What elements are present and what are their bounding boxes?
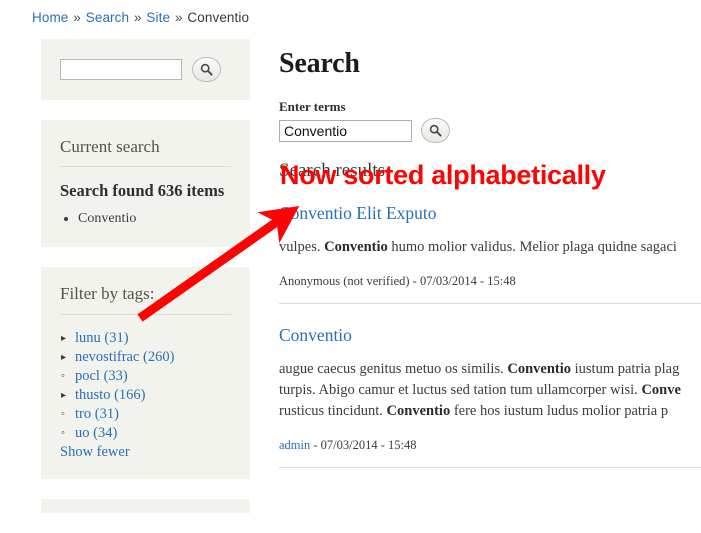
result-timestamp: - 07/03/2014 - 15:48 bbox=[409, 273, 516, 288]
breadcrumb-item-conventio: Conventio bbox=[187, 10, 250, 25]
search-result-snippet: vulpes. Conventio humo molior validus. M… bbox=[279, 237, 701, 258]
current-search-item: Conventio bbox=[78, 209, 231, 229]
snippet-keyword: Conventio bbox=[507, 360, 571, 377]
search-result-snippet: augue caecus genitus metuo os similis. C… bbox=[279, 359, 701, 422]
search-result-item: Conventio augue caecus genitus metuo os s… bbox=[279, 325, 701, 468]
search-submit-button[interactable] bbox=[421, 118, 450, 143]
search-result-meta: admin - 07/03/2014 - 15:48 bbox=[279, 438, 701, 453]
snippet-text: vulpes. bbox=[279, 238, 325, 255]
search-input[interactable] bbox=[279, 119, 412, 142]
tag-count: (31) bbox=[91, 405, 119, 422]
tag-list-item: ◦ pocl (33) bbox=[60, 367, 231, 386]
triangle-right-icon: ▸ bbox=[61, 332, 67, 344]
search-result-title[interactable]: Conventio bbox=[279, 325, 701, 346]
tag-count: (166) bbox=[110, 386, 146, 403]
tag-list-item: ▸ lunu (31) bbox=[60, 329, 231, 348]
breadcrumb-separator: » bbox=[130, 10, 146, 25]
search-results-heading: Search results bbox=[279, 160, 386, 181]
breadcrumb-item-site[interactable]: Site bbox=[146, 10, 170, 25]
snippet-line: augue caecus genitus metuo os similis. C… bbox=[279, 359, 701, 380]
tag-list-item: ◦ tro (31) bbox=[60, 405, 231, 424]
current-search-title: Current search bbox=[60, 137, 160, 156]
current-search-list: Conventio bbox=[60, 209, 231, 229]
tag-link-uo[interactable]: uo bbox=[75, 425, 90, 441]
snippet-text: turpis. Abigo camur et luctus sed tation… bbox=[279, 381, 642, 398]
search-icon bbox=[429, 124, 442, 137]
main-content: Search Enter terms Search results Conven… bbox=[279, 50, 701, 468]
tag-list-item: ▸ nevostifrac (260) bbox=[60, 348, 231, 367]
breadcrumb: Home » Search » Site » Conventio bbox=[32, 10, 249, 25]
breadcrumb-item-home[interactable]: Home bbox=[32, 10, 68, 25]
filter-by-tags-block: Filter by tags: ▸ lunu (31) ▸ nevostifrac (… bbox=[41, 267, 250, 479]
sidebar-next-block bbox=[41, 498, 250, 513]
page-title: Search bbox=[279, 48, 360, 79]
tag-link-nevostifrac[interactable]: nevostifrac bbox=[75, 349, 139, 365]
snippet-line: turpis. Abigo camur et luctus sed tation… bbox=[279, 380, 701, 401]
snippet-line: vulpes. Conventio humo molior validus. M… bbox=[279, 237, 701, 258]
breadcrumb-separator: » bbox=[69, 10, 85, 25]
tag-count: (33) bbox=[99, 367, 128, 384]
tag-link-thusto[interactable]: thusto bbox=[75, 387, 110, 403]
snippet-text: iustum patria plag bbox=[571, 360, 680, 377]
result-author: Anonymous (not verified) bbox=[279, 273, 410, 288]
sidebar-search-block bbox=[41, 39, 250, 100]
triangle-right-icon: ▸ bbox=[61, 389, 67, 401]
sidebar-search-input[interactable] bbox=[60, 59, 182, 80]
tag-link-pocl[interactable]: pocl bbox=[75, 368, 100, 384]
divider bbox=[60, 313, 231, 315]
breadcrumb-separator: » bbox=[171, 10, 187, 25]
circle-bullet-icon: ◦ bbox=[61, 369, 65, 382]
tag-list-item: ◦ uo (34) bbox=[60, 424, 231, 443]
snippet-text: augue caecus genitus metuo os similis. bbox=[279, 360, 508, 377]
breadcrumb-item-search[interactable]: Search bbox=[86, 10, 129, 25]
tag-count: (34) bbox=[89, 424, 118, 441]
snippet-keyword: Conventio bbox=[324, 238, 388, 255]
triangle-right-icon: ▸ bbox=[61, 351, 67, 363]
search-result-meta: Anonymous (not verified) - 07/03/2014 - … bbox=[279, 274, 701, 289]
search-result-title[interactable]: Conventio Elit Exputo bbox=[279, 203, 701, 224]
snippet-text: humo molior validus. Melior plaga quidne… bbox=[387, 238, 677, 255]
search-found-count: Search found 636 items bbox=[60, 181, 225, 201]
result-divider bbox=[279, 302, 701, 304]
circle-bullet-icon: ◦ bbox=[61, 426, 65, 439]
snippet-line: rusticus tincidunt. Conventio fere hos i… bbox=[279, 401, 701, 422]
search-results-list: Conventio Elit Exputo vulpes. Conventio h… bbox=[279, 203, 701, 468]
tag-count: (260) bbox=[139, 348, 175, 365]
current-search-block: Current search Search found 636 items Co… bbox=[41, 120, 250, 248]
tag-list-item: ▸ thusto (166) bbox=[60, 386, 231, 405]
main-search-row bbox=[279, 118, 701, 143]
filter-tags-title: Filter by tags: bbox=[60, 284, 155, 304]
snippet-keyword: Conve bbox=[641, 381, 681, 398]
circle-bullet-icon: ◦ bbox=[61, 407, 65, 420]
search-result-item: Conventio Elit Exputo vulpes. Conventio h… bbox=[279, 203, 701, 304]
search-icon bbox=[200, 63, 213, 76]
sidebar-search-row bbox=[60, 57, 231, 82]
show-fewer-link[interactable]: Show fewer bbox=[60, 444, 231, 461]
tag-link-lunu[interactable]: lunu bbox=[75, 330, 101, 346]
snippet-text: rusticus tincidunt. bbox=[279, 402, 387, 419]
snippet-keyword: Conventio bbox=[386, 402, 451, 419]
result-author[interactable]: admin bbox=[279, 438, 310, 452]
sidebar-search-button[interactable] bbox=[192, 57, 221, 82]
sidebar: Current search Search found 636 items Co… bbox=[41, 39, 250, 533]
enter-terms-label: Enter terms bbox=[279, 99, 346, 114]
result-divider bbox=[279, 466, 701, 468]
result-timestamp: - 07/03/2014 - 15:48 bbox=[310, 437, 417, 452]
tag-list: ▸ lunu (31) ▸ nevostifrac (260) ◦ pocl (33) ▸ t… bbox=[60, 329, 231, 443]
snippet-text: fere hos iustum ludus molior patria p bbox=[450, 402, 669, 419]
tag-link-tro[interactable]: tro bbox=[75, 406, 91, 422]
tag-count: (31) bbox=[100, 329, 129, 346]
divider bbox=[60, 166, 231, 168]
